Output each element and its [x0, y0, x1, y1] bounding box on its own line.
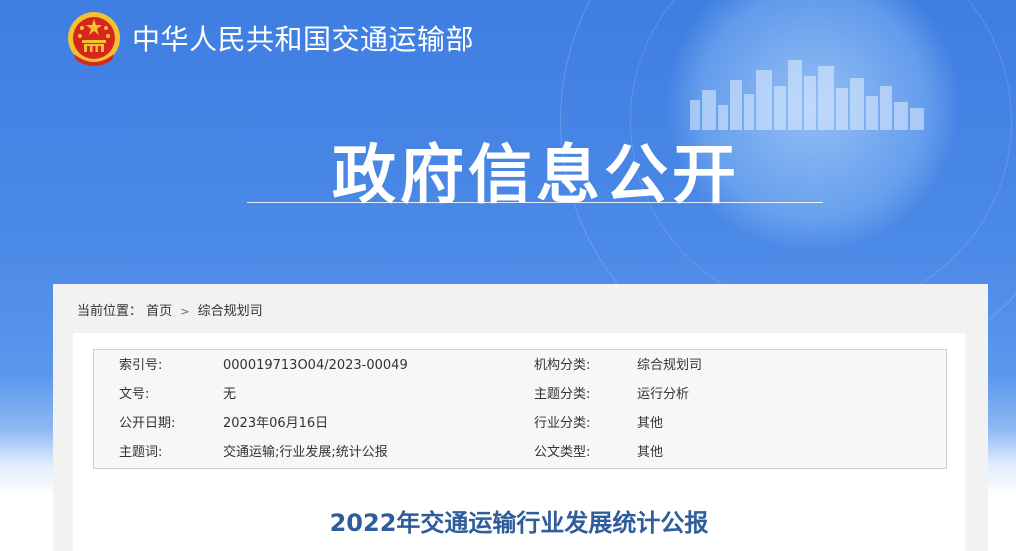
document-metadata-table: 索引号: 000019713O04/2023-00049 机构分类: 综合规划司… [93, 349, 947, 469]
breadcrumb-department-link[interactable]: 综合规划司 [198, 304, 263, 319]
breadcrumb-home-link[interactable]: 首页 [146, 304, 172, 319]
breadcrumb-separator: > [180, 305, 190, 318]
city-skyline-icon [690, 60, 924, 130]
meta-row: 索引号: 000019713O04/2023-00049 机构分类: 综合规划司 [94, 356, 946, 376]
meta-key: 主题词: [119, 445, 163, 460]
meta-value: 运行分析 [637, 387, 690, 402]
meta-value: 2023年06月16日 [223, 416, 329, 431]
document-title: 2022年交通运输行业发展统计公报 [329, 509, 709, 537]
meta-key: 主题分类: [534, 387, 591, 402]
meta-row: 公开日期: 2023年06月16日 行业分类: 其他 [94, 414, 946, 434]
meta-key: 机构分类: [534, 358, 591, 373]
article-container: 索引号: 000019713O04/2023-00049 机构分类: 综合规划司… [73, 333, 965, 551]
meta-value: 综合规划司 [637, 358, 703, 373]
meta-key: 索引号: [119, 358, 163, 373]
meta-row: 主题词: 交通运输;行业发展;统计公报 公文类型: 其他 [94, 443, 946, 463]
org-name[interactable]: 中华人民共和国交通运输部 [132, 18, 474, 58]
meta-value: 其他 [637, 416, 664, 431]
breadcrumb: 当前位置： 首页 > 综合规划司 [77, 300, 263, 319]
meta-key: 文号: [119, 387, 150, 402]
meta-value: 交通运输;行业发展;统计公报 [223, 445, 388, 460]
content-panel: 当前位置： 首页 > 综合规划司 索引号: 000019713O04/2023-… [53, 284, 988, 551]
meta-value: 其他 [637, 445, 664, 460]
meta-key: 公开日期: [119, 416, 176, 431]
meta-row: 文号: 无 主题分类: 运行分析 [94, 385, 946, 405]
meta-value: 无 [223, 387, 237, 402]
national-emblem-icon [68, 12, 120, 66]
breadcrumb-label: 当前位置： [77, 304, 143, 319]
meta-value: 000019713O04/2023-00049 [223, 358, 408, 373]
meta-key: 公文类型: [534, 445, 591, 460]
hero-divider [247, 202, 823, 203]
meta-key: 行业分类: [534, 416, 591, 431]
